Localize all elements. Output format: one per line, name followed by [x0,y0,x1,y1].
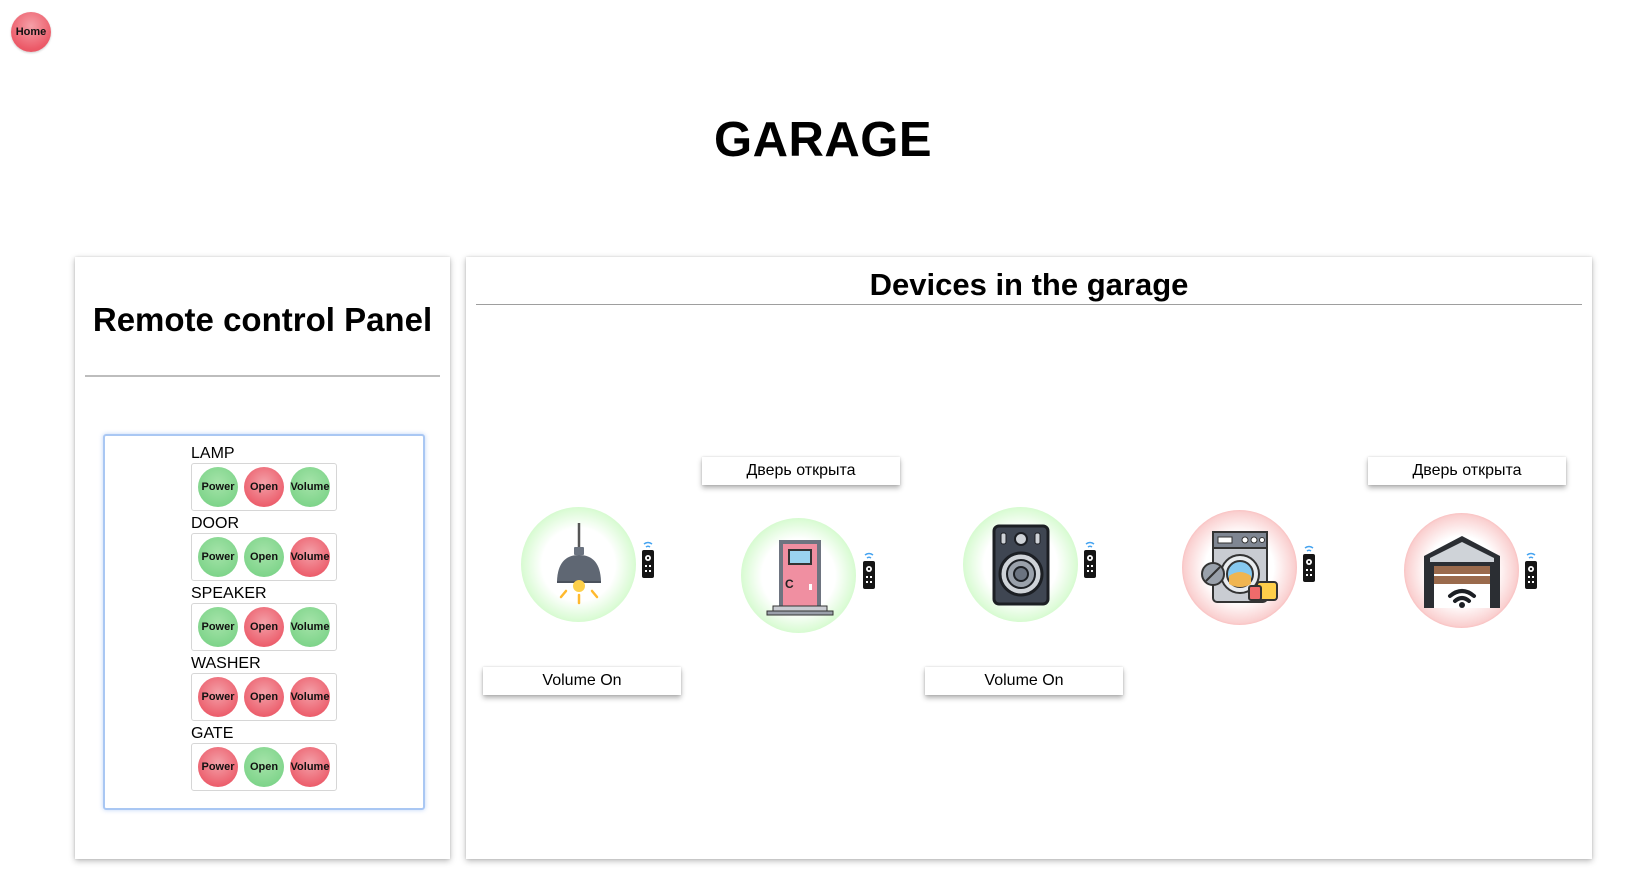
device-door[interactable]: C [741,518,856,633]
speaker-icon [992,524,1049,605]
device-speaker[interactable] [963,507,1078,622]
speaker-status-tag: Volume On [925,667,1123,695]
control-group-speaker: SPEAKER Power Open Volume [191,585,337,651]
control-buttons-lamp: Power Open Volume [191,463,337,511]
washer-volume-button[interactable]: Volume [290,677,330,717]
gate-volume-button[interactable]: Volume [290,747,330,787]
gate-status-tag: Дверь открыта [1368,457,1566,485]
remote-icon [642,541,654,578]
washer-power-button[interactable]: Power [198,677,238,717]
speaker-power-button[interactable]: Power [198,607,238,647]
devices-panel: Devices in the garage Volume On Дверь от… [466,257,1592,859]
door-open-button[interactable]: Open [244,537,284,577]
speaker-open-button[interactable]: Open [244,607,284,647]
control-buttons-gate: Power Open Volume [191,743,337,791]
washer-open-button[interactable]: Open [244,677,284,717]
lamp-volume-button[interactable]: Volume [290,467,330,507]
control-label-speaker: SPEAKER [191,585,267,602]
gate-open-button[interactable]: Open [244,747,284,787]
control-buttons-washer: Power Open Volume [191,673,337,721]
garage-gate-icon [1423,535,1500,608]
lamp-power-button[interactable]: Power [198,467,238,507]
gate-power-button[interactable]: Power [198,747,238,787]
remote-icon [1084,541,1096,578]
door-volume-button[interactable]: Volume [290,537,330,577]
control-group-gate: GATE Power Open Volume [191,725,337,791]
lamp-open-button[interactable]: Open [244,467,284,507]
control-label-washer: WASHER [191,655,261,672]
speaker-volume-button[interactable]: Volume [290,607,330,647]
door-power-button[interactable]: Power [198,537,238,577]
device-gate[interactable] [1404,513,1519,628]
control-group-washer: WASHER Power Open Volume [191,655,337,721]
washer-icon [1200,530,1278,603]
page-title: GARAGE [713,113,933,167]
door-status-tag: Дверь открыта [702,457,900,485]
control-buttons-door: Power Open Volume [191,533,337,581]
remote-panel-title: Remote control Panel [92,301,433,338]
control-buttons-speaker: Power Open Volume [191,603,337,651]
device-washer[interactable] [1182,510,1297,625]
lamp-icon [556,522,601,604]
controls-box: LAMP Power Open Volume DOOR Power Open V… [103,434,425,810]
remote-icon [863,552,875,589]
home-button[interactable]: Home [11,12,51,52]
control-label-lamp: LAMP [191,445,235,462]
devices-panel-title: Devices in the garage [869,267,1189,302]
remote-control-panel: Remote control Panel LAMP Power Open Vol… [75,257,450,859]
svg-text:C: C [785,577,794,591]
divider [476,304,1582,305]
remote-icon [1525,552,1537,589]
lamp-status-tag: Volume On [483,667,681,695]
door-icon: C [766,539,833,615]
device-lamp[interactable] [521,507,636,622]
control-group-door: DOOR Power Open Volume [191,515,337,581]
control-label-door: DOOR [191,515,239,532]
control-label-gate: GATE [191,725,234,742]
divider [85,375,440,377]
control-group-lamp: LAMP Power Open Volume [191,445,337,511]
remote-icon [1303,545,1315,582]
